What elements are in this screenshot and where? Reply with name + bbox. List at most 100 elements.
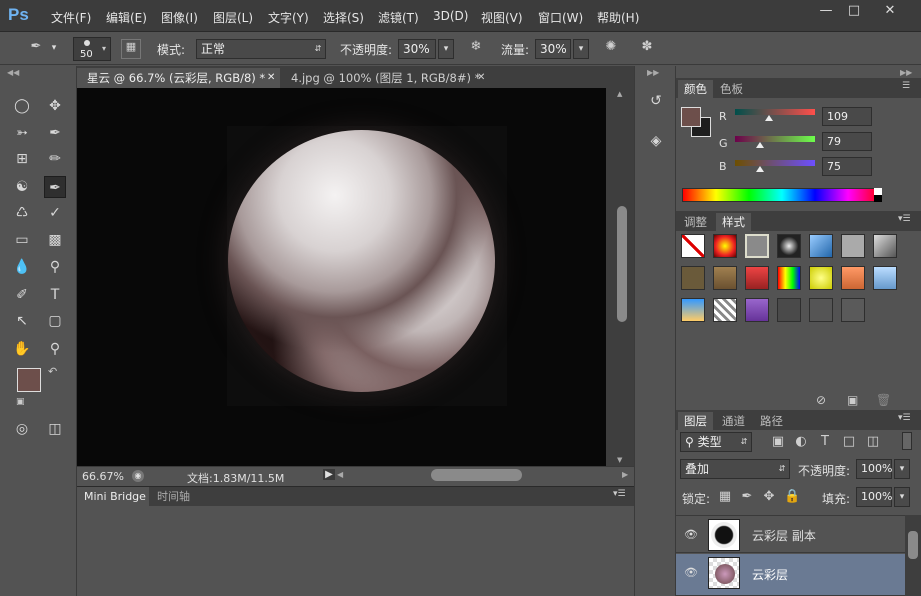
layer-row[interactable]: 👁 云彩层 副本 — [676, 515, 905, 553]
style-swatch[interactable] — [681, 298, 705, 322]
tab-document-nebula[interactable]: 星云 @ 66.7% (云彩层, RGB/8) * ✕ — [77, 68, 280, 88]
fill-input[interactable]: 100% — [856, 487, 892, 507]
type-tool-icon[interactable]: T — [44, 284, 66, 306]
zoom-tool-icon[interactable]: ⚲ — [44, 338, 66, 360]
color-panel-foreground-swatch[interactable] — [681, 107, 701, 127]
screen-mode-icon[interactable]: ◫ — [44, 418, 66, 440]
crop-tool-icon[interactable]: ⊞ — [11, 148, 33, 170]
eyedropper-tool-icon[interactable]: ✏ — [44, 148, 66, 170]
healing-brush-tool-icon[interactable]: ☯ — [11, 176, 33, 198]
pressure-size-icon[interactable]: ✽ — [637, 39, 657, 59]
scroll-up-icon[interactable]: ▲ — [617, 90, 622, 98]
color-spectrum-ramp[interactable] — [682, 188, 882, 202]
style-swatch[interactable] — [809, 298, 833, 322]
r-value-input[interactable]: 109 — [822, 107, 872, 126]
panel-menu-icon[interactable]: ▾☰ — [898, 214, 911, 224]
style-swatch[interactable] — [841, 234, 865, 258]
scroll-left-icon[interactable]: ◀ — [337, 470, 343, 479]
menu-filter[interactable]: 滤镜(T) — [378, 9, 419, 26]
g-slider[interactable] — [735, 136, 815, 142]
tab-paths[interactable]: 路径 — [754, 412, 789, 430]
style-swatch[interactable] — [713, 298, 737, 322]
g-value-input[interactable]: 79 — [822, 132, 872, 151]
lock-transparent-icon[interactable]: ▦ — [718, 489, 732, 504]
flow-input[interactable]: 30% — [535, 39, 571, 59]
foreground-color-swatch[interactable] — [17, 368, 41, 392]
menu-image[interactable]: 图像(I) — [161, 9, 198, 26]
vertical-scroll-thumb[interactable] — [617, 206, 627, 322]
swap-colors-icon[interactable]: ↶ — [48, 365, 57, 378]
history-brush-tool-icon[interactable]: ✓ — [44, 202, 66, 224]
r-slider-thumb[interactable] — [765, 115, 773, 121]
layer-name[interactable]: 云彩层 — [752, 566, 788, 583]
flow-dropdown-icon[interactable]: ▾ — [573, 39, 589, 59]
style-swatch[interactable] — [873, 234, 897, 258]
horizontal-scroll-thumb[interactable] — [431, 469, 522, 481]
layer-opacity-input[interactable]: 100% — [856, 459, 892, 479]
scroll-right-icon[interactable]: ▶ — [622, 470, 628, 479]
style-swatch[interactable] — [681, 266, 705, 290]
menu-layer[interactable]: 图层(L) — [213, 9, 253, 26]
blend-mode-select[interactable]: 叠加 ⇵ — [680, 459, 790, 479]
menu-select[interactable]: 选择(S) — [323, 9, 364, 26]
close-tab-icon[interactable]: ✕ — [267, 68, 275, 88]
clear-style-icon[interactable]: ⊘ — [816, 393, 826, 407]
layers-scrollbar[interactable] — [905, 515, 921, 596]
eye-visibility-icon[interactable]: 👁 — [684, 566, 698, 579]
style-swatch[interactable] — [777, 234, 801, 258]
fill-dropdown-icon[interactable]: ▾ — [894, 487, 910, 507]
style-none-swatch[interactable] — [681, 234, 705, 258]
opacity-dropdown-icon[interactable]: ▾ — [438, 39, 454, 59]
quick-select-tool-icon[interactable]: ✒ — [44, 122, 66, 144]
tab-adjustments[interactable]: 调整 — [678, 213, 713, 231]
panel-menu-icon[interactable]: ▾☰ — [613, 489, 626, 499]
eye-visibility-icon[interactable]: 👁 — [684, 528, 698, 541]
style-swatch[interactable] — [809, 266, 833, 290]
collapse-icon[interactable]: ◀◀ — [7, 68, 19, 77]
filter-type-icon[interactable]: T — [818, 434, 832, 449]
scroll-down-icon[interactable]: ▼ — [617, 456, 622, 464]
minimize-icon[interactable]: — — [813, 3, 839, 19]
menu-window[interactable]: 窗口(W) — [538, 9, 583, 26]
layer-filter-select[interactable]: ⚲ 类型 ⇵ — [680, 432, 752, 452]
quick-mask-icon[interactable]: ◎ — [11, 418, 33, 440]
layer-opacity-dropdown-icon[interactable]: ▾ — [894, 459, 910, 479]
layers-scroll-thumb[interactable] — [908, 531, 918, 559]
menu-file[interactable]: 文件(F) — [51, 9, 91, 26]
brush-panel-toggle-icon[interactable]: ▦ — [121, 39, 141, 59]
tab-mini-bridge[interactable]: Mini Bridge — [77, 487, 149, 506]
close-tab-icon[interactable]: ✕ — [477, 68, 485, 88]
delete-style-icon[interactable]: 🗑 — [876, 393, 891, 407]
filter-smart-object-icon[interactable]: ◫ — [866, 434, 880, 449]
opacity-input[interactable]: 30% — [398, 39, 436, 59]
status-info-icon[interactable]: ◉ — [132, 470, 144, 482]
lasso-tool-icon[interactable]: ➳ — [11, 122, 33, 144]
r-slider[interactable] — [735, 109, 815, 115]
g-slider-thumb[interactable] — [756, 142, 764, 148]
layer-row-selected[interactable]: 👁 云彩层 — [676, 554, 905, 596]
marquee-tool-icon[interactable]: ◯ — [11, 95, 33, 117]
style-swatch[interactable] — [745, 266, 769, 290]
filter-toggle[interactable] — [902, 432, 912, 450]
pen-tool-icon[interactable]: ✐ — [11, 284, 33, 306]
close-icon[interactable]: ✕ — [877, 3, 903, 19]
style-swatch[interactable] — [841, 266, 865, 290]
blur-tool-icon[interactable]: 💧 — [11, 256, 33, 278]
tab-timeline[interactable]: 时间轴 — [150, 487, 200, 506]
b-value-input[interactable]: 75 — [822, 157, 872, 176]
panel-menu-icon[interactable]: ☰ — [902, 81, 910, 91]
collapse-dock-icon[interactable]: ▶▶ — [900, 68, 912, 77]
tool-preset-dropdown[interactable]: ▾ — [48, 39, 60, 59]
move-tool-icon[interactable]: ✥ — [44, 95, 66, 117]
filter-adjustment-icon[interactable]: ◐ — [794, 434, 808, 449]
default-colors-icon[interactable]: ▣ — [16, 397, 25, 407]
style-swatch[interactable] — [809, 234, 833, 258]
expand-icon[interactable]: ▶▶ — [647, 68, 659, 77]
menu-help[interactable]: 帮助(H) — [597, 9, 639, 26]
black-white-ramp[interactable] — [874, 188, 882, 202]
style-swatch[interactable] — [777, 298, 801, 322]
style-swatch[interactable] — [745, 234, 769, 258]
shape-tool-icon[interactable]: ▢ — [44, 310, 66, 332]
style-swatch[interactable] — [841, 298, 865, 322]
airbrush-icon[interactable]: ✺ — [601, 39, 621, 59]
